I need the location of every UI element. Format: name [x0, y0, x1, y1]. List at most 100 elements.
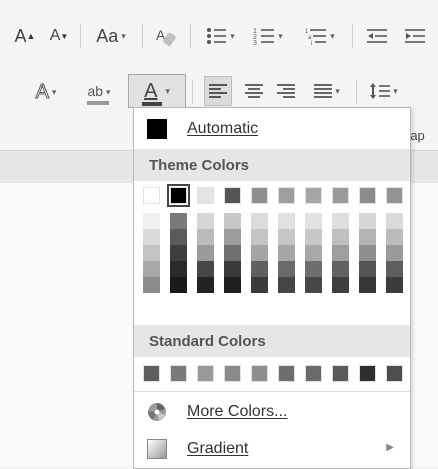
theme-shade-column — [170, 213, 187, 293]
theme-shade-swatch[interactable] — [197, 229, 214, 245]
theme-shade-swatch[interactable] — [170, 277, 187, 293]
theme-color-swatch[interactable] — [386, 187, 403, 204]
align-right-button[interactable] — [272, 76, 300, 106]
theme-shade-swatch[interactable] — [251, 277, 268, 293]
font-color-button[interactable]: A ▾ — [128, 74, 186, 108]
theme-shade-swatch[interactable] — [305, 261, 322, 277]
theme-shade-swatch[interactable] — [332, 245, 349, 261]
standard-color-swatch[interactable] — [224, 365, 241, 382]
standard-color-swatch[interactable] — [332, 365, 349, 382]
theme-shade-swatch[interactable] — [170, 229, 187, 245]
theme-shade-swatch[interactable] — [197, 261, 214, 277]
standard-color-swatch[interactable] — [197, 365, 214, 382]
theme-shade-swatch[interactable] — [143, 213, 160, 229]
numbered-list-icon: 123 — [253, 28, 275, 46]
change-case-button[interactable]: Aa ▾ — [88, 22, 134, 50]
theme-shade-swatch[interactable] — [305, 245, 322, 261]
theme-shade-swatch[interactable] — [386, 261, 403, 277]
theme-shade-swatch[interactable] — [386, 213, 403, 229]
standard-color-swatch[interactable] — [305, 365, 322, 382]
theme-shade-swatch[interactable] — [197, 213, 214, 229]
separator — [190, 24, 191, 48]
theme-shade-swatch[interactable] — [359, 245, 376, 261]
gradient-item[interactable]: Gradient ▶ — [134, 430, 410, 468]
theme-shade-swatch[interactable] — [359, 229, 376, 245]
theme-shade-swatch[interactable] — [197, 245, 214, 261]
more-colors-item[interactable]: More Colors... — [134, 393, 410, 431]
standard-color-swatch[interactable] — [278, 365, 295, 382]
theme-shade-swatch[interactable] — [305, 229, 322, 245]
grow-font-button[interactable]: A ▲ — [10, 22, 40, 50]
align-center-button[interactable] — [240, 76, 268, 106]
justify-button[interactable]: ▾ — [304, 76, 350, 106]
theme-shade-swatch[interactable] — [359, 213, 376, 229]
submenu-arrow-icon: ▶ — [386, 442, 394, 453]
automatic-color-item[interactable]: Automatic — [134, 110, 410, 148]
theme-shade-swatch[interactable] — [224, 213, 241, 229]
theme-shade-swatch[interactable] — [143, 229, 160, 245]
standard-colors-title: Standard Colors — [149, 332, 266, 350]
text-highlight-button[interactable]: ab ▾ — [74, 78, 124, 106]
theme-shade-swatch[interactable] — [170, 213, 187, 229]
theme-shade-swatch[interactable] — [332, 261, 349, 277]
theme-shade-swatch[interactable] — [224, 277, 241, 293]
theme-shade-swatch[interactable] — [170, 245, 187, 261]
theme-shade-swatch[interactable] — [332, 229, 349, 245]
theme-color-swatch[interactable] — [224, 187, 241, 204]
theme-shade-swatch[interactable] — [251, 245, 268, 261]
theme-shade-column — [143, 213, 160, 293]
theme-color-swatch[interactable] — [332, 187, 349, 204]
decrease-indent-button[interactable] — [360, 22, 394, 50]
theme-shade-swatch[interactable] — [305, 277, 322, 293]
theme-shade-swatch[interactable] — [278, 245, 295, 261]
theme-color-swatch[interactable] — [197, 187, 214, 204]
increase-indent-button[interactable] — [398, 22, 432, 50]
theme-color-swatch[interactable] — [359, 187, 376, 204]
theme-shade-swatch[interactable] — [386, 277, 403, 293]
theme-shade-swatch[interactable] — [386, 245, 403, 261]
bullets-button[interactable]: ▾ — [198, 22, 242, 50]
theme-shade-swatch[interactable] — [251, 261, 268, 277]
theme-color-swatch[interactable] — [143, 187, 160, 204]
theme-shade-swatch[interactable] — [278, 213, 295, 229]
theme-shade-swatch[interactable] — [359, 261, 376, 277]
standard-color-swatch[interactable] — [386, 365, 403, 382]
theme-shade-swatch[interactable] — [359, 277, 376, 293]
highlighter-icon: ab — [87, 83, 110, 105]
shrink-font-button[interactable]: A ▼ — [44, 22, 74, 50]
theme-shade-swatch[interactable] — [278, 277, 295, 293]
theme-shade-swatch[interactable] — [278, 261, 295, 277]
theme-shade-swatch[interactable] — [305, 213, 322, 229]
text-effects-button[interactable]: A ▾ — [24, 78, 68, 106]
theme-shade-swatch[interactable] — [386, 229, 403, 245]
theme-shade-swatch[interactable] — [251, 229, 268, 245]
theme-shade-swatch[interactable] — [224, 245, 241, 261]
theme-shade-swatch[interactable] — [224, 229, 241, 245]
multilevel-list-button[interactable]: 1 a i ▾ — [296, 22, 344, 50]
theme-shade-swatch[interactable] — [224, 261, 241, 277]
standard-color-swatch[interactable] — [170, 365, 187, 382]
theme-shade-swatch[interactable] — [197, 277, 214, 293]
align-left-button[interactable] — [204, 76, 232, 106]
separator — [356, 80, 357, 104]
theme-color-swatch[interactable] — [278, 187, 295, 204]
theme-shade-swatch[interactable] — [143, 245, 160, 261]
theme-shade-column — [251, 213, 268, 293]
theme-shade-swatch[interactable] — [143, 277, 160, 293]
theme-color-swatch[interactable] — [305, 187, 322, 204]
theme-shade-column — [305, 213, 322, 293]
theme-shade-swatch[interactable] — [143, 261, 160, 277]
theme-color-swatch[interactable] — [167, 184, 190, 207]
standard-color-swatch[interactable] — [359, 365, 376, 382]
theme-shade-swatch[interactable] — [332, 277, 349, 293]
theme-shade-swatch[interactable] — [170, 261, 187, 277]
theme-shade-swatch[interactable] — [278, 229, 295, 245]
standard-color-swatch[interactable] — [251, 365, 268, 382]
numbering-button[interactable]: 1 2 3 ▾ — [246, 22, 290, 50]
line-spacing-button[interactable]: ▾ — [362, 76, 406, 106]
theme-shade-swatch[interactable] — [251, 213, 268, 229]
standard-color-swatch[interactable] — [143, 365, 160, 382]
clear-formatting-button[interactable]: A — [150, 22, 180, 50]
theme-shade-swatch[interactable] — [332, 213, 349, 229]
theme-color-swatch[interactable] — [251, 187, 268, 204]
